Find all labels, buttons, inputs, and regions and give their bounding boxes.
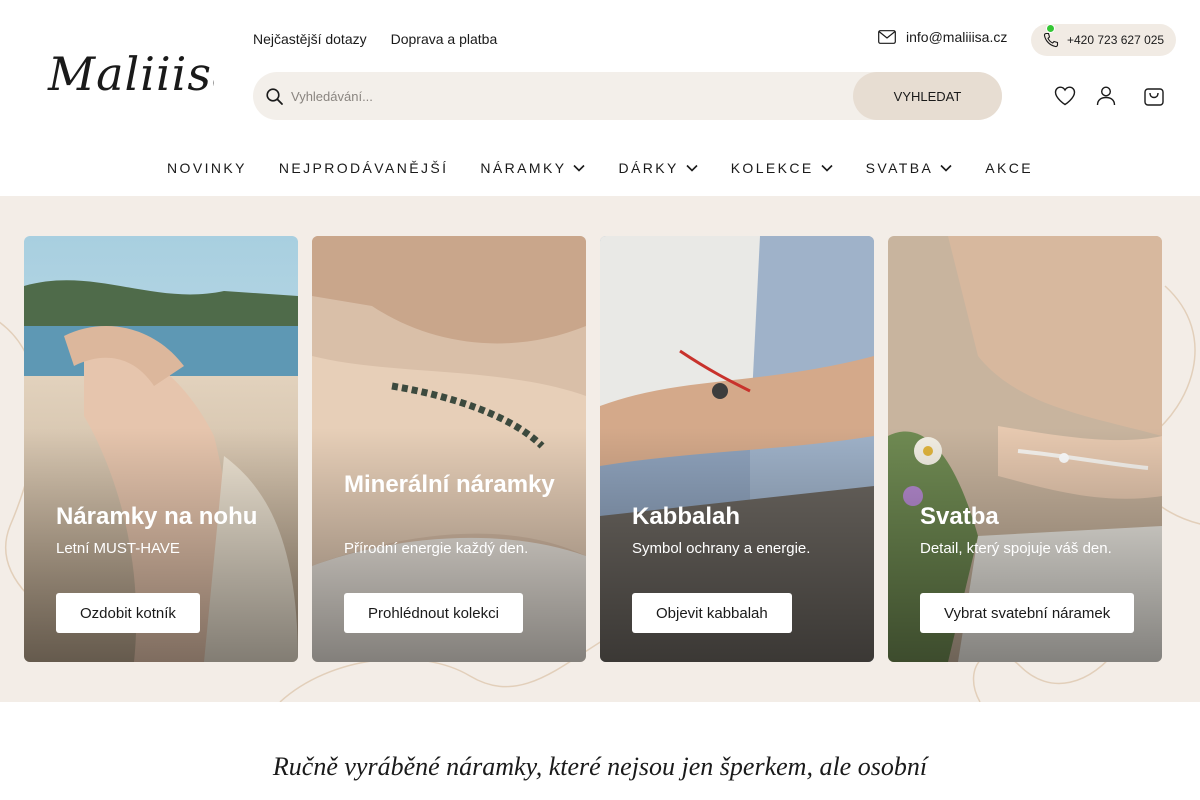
site-header: Maliiisa Nejčastější dotazy Doprava a pl… xyxy=(0,0,1200,196)
card-button[interactable]: Prohlédnout kolekci xyxy=(344,593,523,633)
phone-icon xyxy=(1043,32,1059,48)
cart-button[interactable] xyxy=(1142,84,1166,113)
faq-link[interactable]: Nejčastější dotazy xyxy=(253,31,367,47)
nav-akce[interactable]: AKCE xyxy=(985,160,1033,176)
wishlist-button[interactable] xyxy=(1053,84,1077,113)
card-button[interactable]: Vybrat svatební náramek xyxy=(920,593,1135,633)
main-navigation: NOVINKY NEJPRODÁVANĚJŠÍ NÁRAMKY DÁRKY KO… xyxy=(0,160,1200,176)
chevron-down-icon xyxy=(821,164,833,172)
card-subtitle: Detail, který spojuje váš den. xyxy=(920,540,1112,557)
category-card-mineral[interactable]: Minerální náramky Přírodní energie každý… xyxy=(312,236,586,662)
nav-nejprodavanejsi[interactable]: NEJPRODÁVANĚJŠÍ xyxy=(279,160,449,176)
card-title: Kabbalah xyxy=(632,503,741,530)
category-card-kabbalah[interactable]: Kabbalah Symbol ochrany a energie. Objev… xyxy=(600,236,874,662)
card-subtitle: Letní MUST-HAVE xyxy=(56,540,180,557)
email-contact[interactable]: info@maliiisa.cz xyxy=(878,29,1007,45)
search-button[interactable]: VYHLEDAT xyxy=(853,72,1002,120)
card-button[interactable]: Ozdobit kotník xyxy=(56,593,200,633)
chevron-down-icon xyxy=(940,164,952,172)
heart-icon xyxy=(1054,86,1076,106)
nav-naramky[interactable]: NÁRAMKY xyxy=(480,160,586,176)
chevron-down-icon xyxy=(573,164,586,172)
card-title: Minerální náramky xyxy=(344,471,555,498)
card-button[interactable]: Objevit kabbalah xyxy=(632,593,792,633)
search-input[interactable] xyxy=(291,84,851,108)
chevron-down-icon xyxy=(686,164,698,172)
nav-darky[interactable]: DÁRKY xyxy=(618,160,698,176)
card-title: Náramky na nohu xyxy=(56,503,258,530)
card-title: Svatba xyxy=(920,503,999,530)
category-card-anklets[interactable]: Náramky na nohu Letní MUST-HAVE Ozdobit … xyxy=(24,236,298,662)
category-card-wedding[interactable]: Svatba Detail, který spojuje váš den. Vy… xyxy=(888,236,1162,662)
tagline: Ručně vyráběné náramky, které nejsou jen… xyxy=(272,752,928,781)
nav-kolekce[interactable]: KOLEKCE xyxy=(731,160,834,176)
card-subtitle: Symbol ochrany a energie. xyxy=(632,540,811,557)
nav-novinky[interactable]: NOVINKY xyxy=(167,160,247,176)
svg-text:Maliiisa: Maliiisa xyxy=(47,47,214,101)
phone-contact[interactable]: +420 723 627 025 xyxy=(1031,24,1176,56)
hero-section: Náramky na nohu Letní MUST-HAVE Ozdobit … xyxy=(0,196,1200,702)
account-button[interactable] xyxy=(1094,84,1118,113)
logo[interactable]: Maliiisa xyxy=(44,28,239,118)
user-icon xyxy=(1096,86,1116,106)
mail-icon xyxy=(878,30,896,44)
logo-mark: Maliiisa xyxy=(47,47,239,101)
nav-svatba[interactable]: SVATBA xyxy=(866,160,954,176)
phone-text: +420 723 627 025 xyxy=(1067,33,1165,47)
top-links: Nejčastější dotazy Doprava a platba xyxy=(253,31,497,47)
cart-icon xyxy=(1144,88,1164,106)
online-status-dot xyxy=(1046,24,1055,33)
email-text: info@maliiisa.cz xyxy=(906,29,1008,45)
shipping-payment-link[interactable]: Doprava a platba xyxy=(391,31,498,47)
search-icon xyxy=(266,88,283,105)
card-subtitle: Přírodní energie každý den. xyxy=(344,540,529,557)
